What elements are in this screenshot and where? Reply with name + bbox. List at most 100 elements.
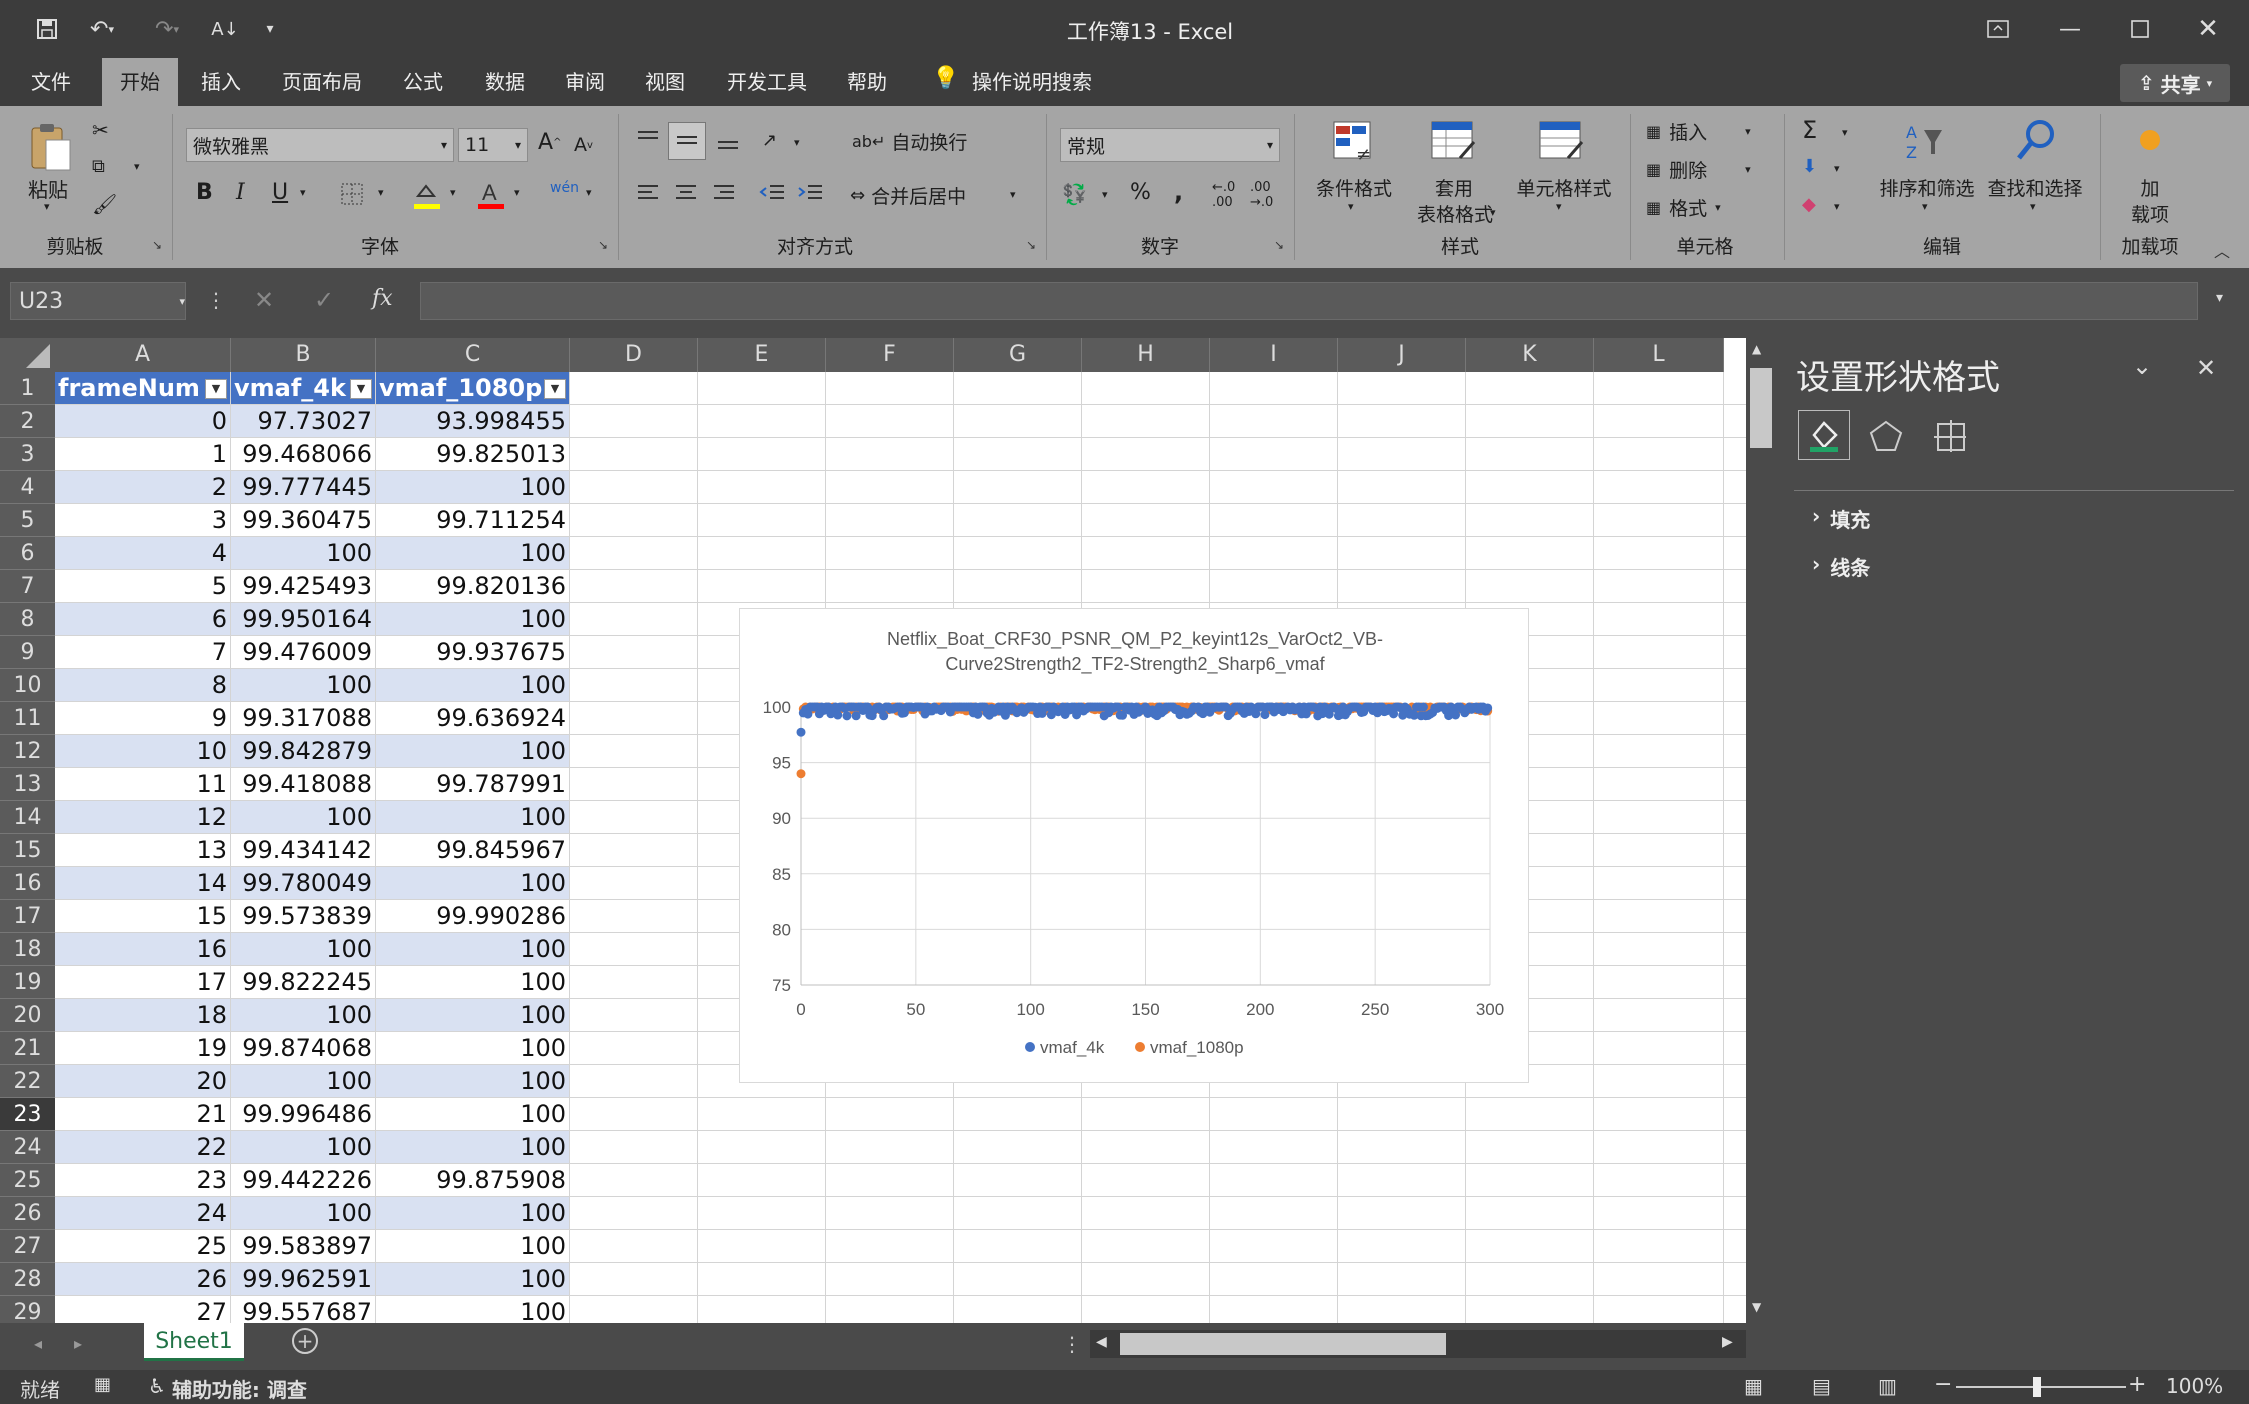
column-header-k[interactable]: K <box>1466 338 1594 372</box>
sheet-tab-sheet1[interactable]: Sheet1 <box>144 1323 244 1361</box>
customize-qat-icon[interactable]: ▾ <box>260 10 280 48</box>
font-family-select[interactable]: 微软雅黑 ▾ <box>186 128 454 162</box>
size-properties-tab-icon[interactable] <box>1932 418 1968 459</box>
table-cell[interactable]: 100 <box>231 801 376 834</box>
zoom-level[interactable]: 100% <box>2166 1374 2223 1398</box>
table-cell[interactable]: 100 <box>376 735 570 768</box>
table-cell[interactable]: 6 <box>55 603 231 636</box>
save-icon[interactable] <box>30 10 64 48</box>
table-cell[interactable]: 100 <box>231 1197 376 1230</box>
table-cell[interactable]: 100 <box>376 669 570 702</box>
row-header[interactable]: 2 <box>0 405 55 438</box>
phonetic-button[interactable]: wén <box>550 180 579 196</box>
decrease-decimal-icon[interactable]: .00 →.0 <box>1250 180 1273 210</box>
column-header-j[interactable]: J <box>1338 338 1466 372</box>
table-cell[interactable]: 99.845967 <box>376 834 570 867</box>
chevron-down-icon[interactable]: ▾ <box>1102 188 1108 201</box>
column-header-c[interactable]: C <box>376 338 570 372</box>
table-cell[interactable]: 99.360475 <box>231 504 376 537</box>
chevron-down-icon[interactable]: ▾ <box>514 186 520 199</box>
chevron-down-icon[interactable]: ▾ <box>1842 126 1848 139</box>
pane-options-icon[interactable]: ⌄ <box>2132 352 2152 380</box>
scroll-up-icon[interactable]: ▲ <box>1752 342 1761 356</box>
dialog-launcher-icon[interactable]: ↘ <box>1274 238 1284 252</box>
normal-view-icon[interactable]: ▦ <box>1744 1374 1763 1398</box>
align-left-icon[interactable] <box>634 180 662 213</box>
table-cell[interactable]: 5 <box>55 570 231 603</box>
redo-icon[interactable]: ↷ ▾ <box>145 10 189 48</box>
confirm-entry-icon[interactable]: ✓ <box>314 286 334 314</box>
bold-button[interactable]: B <box>196 180 213 205</box>
effects-tab-icon[interactable] <box>1868 418 1904 459</box>
chevron-down-icon[interactable]: ▾ <box>1834 162 1840 175</box>
scroll-down-icon[interactable]: ▼ <box>1752 1300 1761 1314</box>
tab-data[interactable]: 数据 <box>470 58 540 106</box>
format-painter-icon[interactable]: 🖌 <box>92 192 117 216</box>
table-cell[interactable]: 4 <box>55 537 231 570</box>
column-header-a[interactable]: A <box>55 338 231 372</box>
table-cell[interactable]: 14 <box>55 867 231 900</box>
table-cell[interactable]: 99.820136 <box>376 570 570 603</box>
zoom-in-icon[interactable]: + <box>2128 1372 2146 1397</box>
horizontal-scrollbar[interactable]: ◀ ▶ <box>1090 1330 1746 1358</box>
percent-button[interactable]: % <box>1130 180 1151 205</box>
table-cell[interactable]: 10 <box>55 735 231 768</box>
table-cell[interactable]: 99.962591 <box>231 1263 376 1296</box>
table-cell[interactable]: 99.787991 <box>376 768 570 801</box>
accessibility-status[interactable]: ♿ 辅助功能: 调查 <box>148 1374 307 1403</box>
table-cell[interactable]: 99.825013 <box>376 438 570 471</box>
chevron-down-icon[interactable]: ▾ <box>794 136 800 149</box>
table-cell[interactable]: 24 <box>55 1197 231 1230</box>
table-cell[interactable]: 99.418088 <box>231 768 376 801</box>
table-cell[interactable]: 99.777445 <box>231 471 376 504</box>
table-cell[interactable]: 100 <box>376 966 570 999</box>
table-cell[interactable]: 99.636924 <box>376 702 570 735</box>
horizontal-scroll-thumb[interactable] <box>1120 1333 1446 1355</box>
more-options-icon[interactable]: ⋮ <box>1062 1332 1082 1356</box>
borders-icon[interactable] <box>340 182 364 211</box>
chevron-down-icon[interactable]: ▾ <box>2030 200 2036 213</box>
delete-cells-button[interactable]: ▦ 删除 ▾ <box>1646 156 1751 183</box>
row-header[interactable]: 5 <box>0 504 55 537</box>
header-vmaf-1080p[interactable]: vmaf_1080p ▼ <box>376 372 570 405</box>
table-cell[interactable]: 100 <box>231 1131 376 1164</box>
scroll-left-icon[interactable]: ◀ <box>1096 1334 1107 1350</box>
row-header[interactable]: 22 <box>0 1065 55 1098</box>
row-header[interactable]: 4 <box>0 471 55 504</box>
table-cell[interactable]: 99.476009 <box>231 636 376 669</box>
insert-cells-button[interactable]: ▦ 插入 ▾ <box>1646 118 1751 145</box>
underline-button[interactable]: U <box>272 180 288 205</box>
scroll-sheets-left-icon[interactable]: ◂ <box>34 1334 42 1353</box>
dialog-launcher-icon[interactable]: ↘ <box>598 238 608 252</box>
line-section[interactable]: › 线条 <box>1812 552 1870 581</box>
increase-indent-icon[interactable] <box>796 180 824 213</box>
table-cell[interactable]: 99.780049 <box>231 867 376 900</box>
table-cell[interactable]: 99.937675 <box>376 636 570 669</box>
table-cell[interactable]: 97.73027 <box>231 405 376 438</box>
chevron-down-icon[interactable]: ▾ <box>378 186 384 199</box>
tab-insert[interactable]: 插入 <box>186 58 256 106</box>
table-cell[interactable]: 100 <box>231 669 376 702</box>
column-header-e[interactable]: E <box>698 338 826 372</box>
fill-icon[interactable]: ⬇ <box>1802 156 1817 177</box>
table-cell[interactable]: 8 <box>55 669 231 702</box>
tell-me-search[interactable]: 操作说明搜索 <box>972 58 1102 106</box>
align-middle-icon[interactable] <box>668 122 706 160</box>
row-header[interactable]: 13 <box>0 768 55 801</box>
column-header-i[interactable]: I <box>1210 338 1338 372</box>
table-cell[interactable]: 99.990286 <box>376 900 570 933</box>
row-header[interactable]: 7 <box>0 570 55 603</box>
table-cell[interactable]: 18 <box>55 999 231 1032</box>
maximize-icon[interactable] <box>2122 10 2158 48</box>
tab-formulas[interactable]: 公式 <box>388 58 458 106</box>
align-center-icon[interactable] <box>672 180 700 213</box>
currency-icon[interactable]: 💱 <box>1062 182 1087 206</box>
row-header[interactable]: 14 <box>0 801 55 834</box>
table-cell[interactable]: 100 <box>376 933 570 966</box>
table-cell[interactable]: 99.711254 <box>376 504 570 537</box>
copy-icon[interactable]: ⧉ <box>92 156 105 177</box>
column-header-l[interactable]: L <box>1594 338 1724 372</box>
table-cell[interactable]: 100 <box>376 1197 570 1230</box>
column-header-f[interactable]: F <box>826 338 954 372</box>
row-header[interactable]: 6 <box>0 537 55 570</box>
